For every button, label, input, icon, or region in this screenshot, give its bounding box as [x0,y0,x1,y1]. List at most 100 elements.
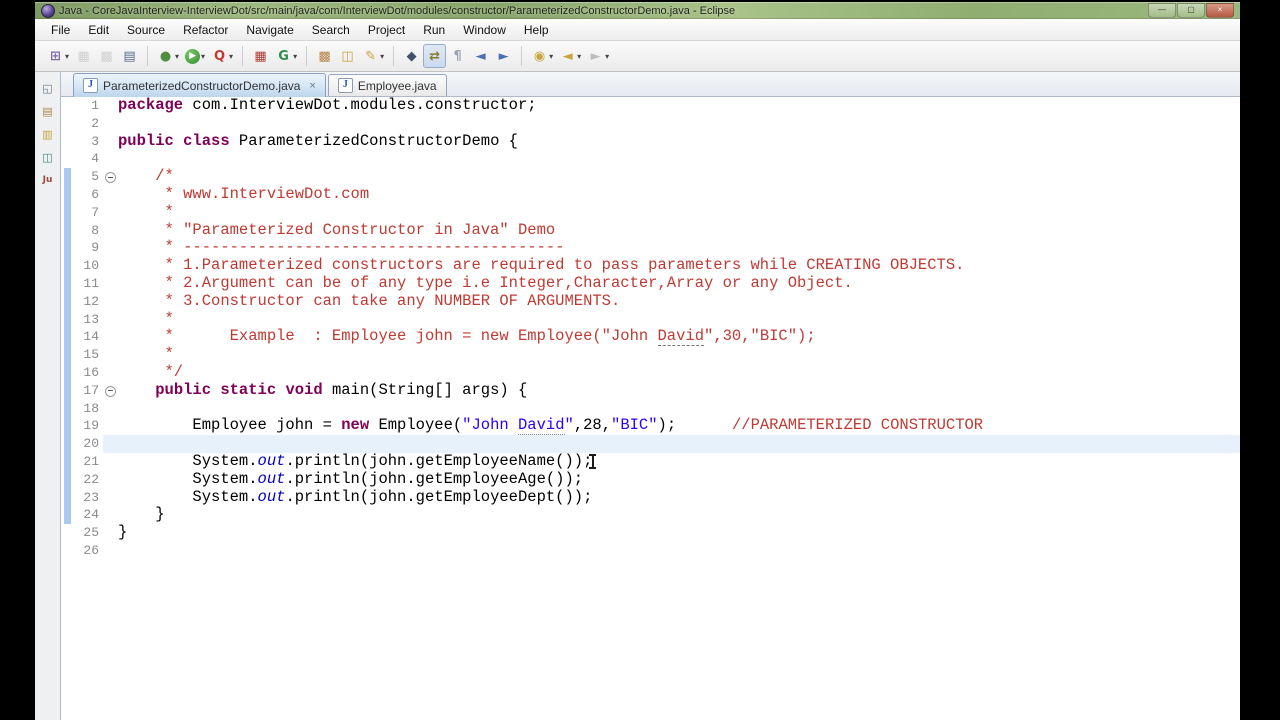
maximize-button[interactable]: ▢ [1177,3,1205,18]
fold-column[interactable] [103,417,118,435]
gutter-annotation-column[interactable] [61,542,73,560]
package-explorer-icon[interactable]: ▤ [39,103,56,119]
fold-column[interactable] [103,150,118,168]
gutter-annotation-column[interactable] [61,471,73,489]
gutter-annotation-column[interactable] [61,417,73,435]
gutter-annotation-column[interactable] [61,97,73,115]
fold-column[interactable] [103,97,118,115]
fold-column[interactable] [103,293,118,311]
fold-column[interactable] [103,204,118,222]
minimize-button[interactable]: — [1148,3,1176,18]
code-text[interactable]: package com.InterviewDot.modules.constru… [118,97,1240,115]
fold-column[interactable] [103,186,118,204]
menu-edit[interactable]: Edit [80,21,117,39]
code-text[interactable]: * www.InterviewDot.com [118,185,1240,204]
gutter-annotation-column[interactable] [61,275,73,293]
code-text[interactable]: System.out.println(john.getEmployeeDept(… [118,488,1240,507]
gutter-annotation-column[interactable] [61,524,73,542]
code-text[interactable] [118,435,1240,453]
code-text[interactable] [118,150,1240,168]
dropdown-caret-icon[interactable]: ▾ [577,52,581,61]
fold-marker-icon[interactable] [105,172,116,184]
save-all-button[interactable]: ▩ [95,44,118,68]
gutter-annotation-column[interactable] [61,115,73,133]
gutter-annotation-column[interactable] [61,168,73,186]
fold-column[interactable] [103,364,118,382]
menu-window[interactable]: Window [455,21,514,39]
code-text[interactable]: * [118,203,1240,222]
gutter-annotation-column[interactable] [61,400,73,418]
gutter-annotation-column[interactable] [61,506,73,524]
dropdown-caret-icon[interactable]: ▾ [380,52,384,61]
new-java-class-button[interactable]: ◫ [336,44,359,68]
menu-help[interactable]: Help [516,21,557,39]
fold-column[interactable] [103,489,118,507]
code-text[interactable]: */ [118,363,1240,382]
menu-run[interactable]: Run [415,21,453,39]
code-text[interactable] [118,115,1240,133]
gutter-annotation-column[interactable] [61,346,73,364]
fold-column[interactable] [103,328,118,346]
gutter-annotation-column[interactable] [61,293,73,311]
new-task-button[interactable]: ✎ ▾ [359,44,387,68]
dropdown-caret-icon[interactable]: ▾ [605,52,609,61]
code-text[interactable]: * [118,345,1240,364]
gutter-annotation-column[interactable] [61,150,73,168]
code-text[interactable]: } [118,523,1240,542]
gutter-annotation-column[interactable] [61,204,73,222]
fold-column[interactable] [103,133,118,151]
dropdown-caret-icon[interactable]: ▾ [65,52,69,61]
fold-column[interactable] [103,115,118,133]
fold-column[interactable] [103,382,118,400]
fold-column[interactable] [103,453,118,471]
mark-occurrences-button[interactable]: ◆ [400,44,423,68]
debug-button[interactable]: ● ▾ [154,44,182,68]
fold-column[interactable] [103,524,118,542]
print-button[interactable]: ▤ [118,44,141,68]
code-text[interactable]: * Example : Employee john = new Employee… [118,327,1240,347]
gutter-annotation-column[interactable] [61,435,73,453]
fold-column[interactable] [103,275,118,293]
gutter-annotation-column[interactable] [61,222,73,240]
dropdown-caret-icon[interactable]: ▾ [293,52,297,61]
gutter-annotation-column[interactable] [61,133,73,151]
menu-navigate[interactable]: Navigate [238,21,301,39]
fold-column[interactable] [103,257,118,275]
menu-refactor[interactable]: Refactor [175,21,236,39]
fold-column[interactable] [103,435,118,453]
fold-column[interactable] [103,311,118,329]
code-text[interactable]: * "Parameterized Constructor in Java" De… [118,221,1240,240]
tab-parameterizedconstructordemo-java[interactable]: J ParameterizedConstructorDemo.java × [73,73,326,97]
gutter-annotation-column[interactable] [61,328,73,346]
new-wizard-button[interactable]: ⊞ ▾ [44,44,72,68]
dropdown-caret-icon[interactable]: ▾ [549,52,553,61]
previous-annotation-button[interactable]: ◄ [469,44,492,68]
code-text[interactable]: * 1.Parameterized constructors are requi… [118,256,1240,275]
code-text[interactable]: } [118,505,1240,524]
gutter-annotation-column[interactable] [61,239,73,257]
menu-project[interactable]: Project [360,21,413,39]
code-text[interactable] [118,542,1240,560]
menu-file[interactable]: File [43,21,78,39]
code-text[interactable]: /* [118,167,1240,186]
menu-search[interactable]: Search [304,21,358,39]
fold-column[interactable] [103,400,118,418]
fold-column[interactable] [103,239,118,257]
type-hierarchy-icon[interactable]: ▥ [39,126,56,142]
code-text[interactable] [118,400,1240,418]
code-text[interactable]: System.out.println(john.getEmployeeName(… [118,452,1240,471]
gutter-annotation-column[interactable] [61,186,73,204]
dropdown-caret-icon[interactable]: ▾ [201,52,205,61]
gutter-annotation-column[interactable] [61,311,73,329]
gutter-annotation-column[interactable] [61,257,73,275]
new-java-package-button[interactable]: ▩ [313,44,336,68]
link-with-editor-button[interactable]: ⇄ [423,44,447,68]
forward-button[interactable]: ► ▾ [584,44,612,68]
back-button[interactable]: ◄ ▾ [556,44,584,68]
fold-column[interactable] [103,168,118,186]
open-type-button[interactable]: G ▾ [272,44,300,68]
last-edit-location-button[interactable]: ◉ ▾ [528,44,556,68]
fold-column[interactable] [103,222,118,240]
code-text[interactable]: public static void main(String[] args) { [118,381,1240,400]
gutter-annotation-column[interactable] [61,382,73,400]
